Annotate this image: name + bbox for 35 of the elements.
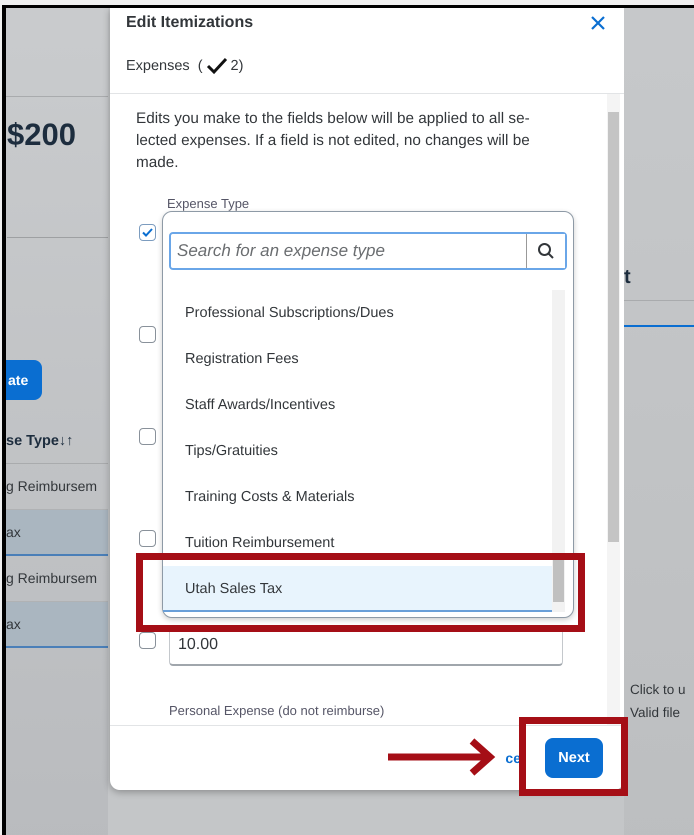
upload-hint: Valid file [630,705,682,722]
tab-count: 2) [230,58,244,74]
action-button[interactable]: ate [6,360,42,400]
dropdown-option[interactable]: Training Costs & Materials [163,474,552,520]
dropdown-option[interactable]: Tips/Gratuities [163,428,552,474]
dropdown-option[interactable]: Professional Subscriptions/Dues [163,290,552,336]
check-icon [142,228,153,237]
search-icon [537,242,555,260]
dropdown-option[interactable]: Staff Awards/Incentives [163,382,552,428]
checkbox[interactable] [139,632,156,649]
total-amount: $200 [7,117,108,238]
checkbox[interactable] [139,224,156,241]
scrollbar[interactable] [607,94,620,725]
upload-hint: Click to u [630,682,687,699]
dropdown-option[interactable]: Utah Sales Tax [163,566,552,612]
check-icon [206,57,228,75]
dialog-title: Edit Itemizations [126,14,254,32]
tab-label: Expenses [126,58,190,74]
dropdown-option[interactable]: Tuition Reimbursement [163,520,552,566]
field-label: Personal Expense (do not reimburse) [169,703,386,718]
next-button[interactable]: Next [545,738,603,778]
scrollbar[interactable] [552,290,565,612]
intro-text: Edits you make to the fields below will be applied to all se-lected expenses. If a field is not edited, no changes will be made. [136,109,531,173]
checkbox[interactable] [139,530,156,547]
search-field[interactable]: Search for an expense type [169,232,567,270]
dropdown-option[interactable]: Registration Fees [163,336,552,382]
table-row[interactable]: ax [6,510,108,556]
section-heading: t [624,266,694,301]
column-header: se Type↓↑ [6,433,108,464]
close-icon[interactable] [590,15,606,31]
table-row[interactable]: ax [6,602,108,648]
field-label: Expense Type [167,196,250,211]
checkbox[interactable] [139,428,156,445]
tab-paren: ( [198,58,203,74]
checkbox[interactable] [139,326,156,343]
